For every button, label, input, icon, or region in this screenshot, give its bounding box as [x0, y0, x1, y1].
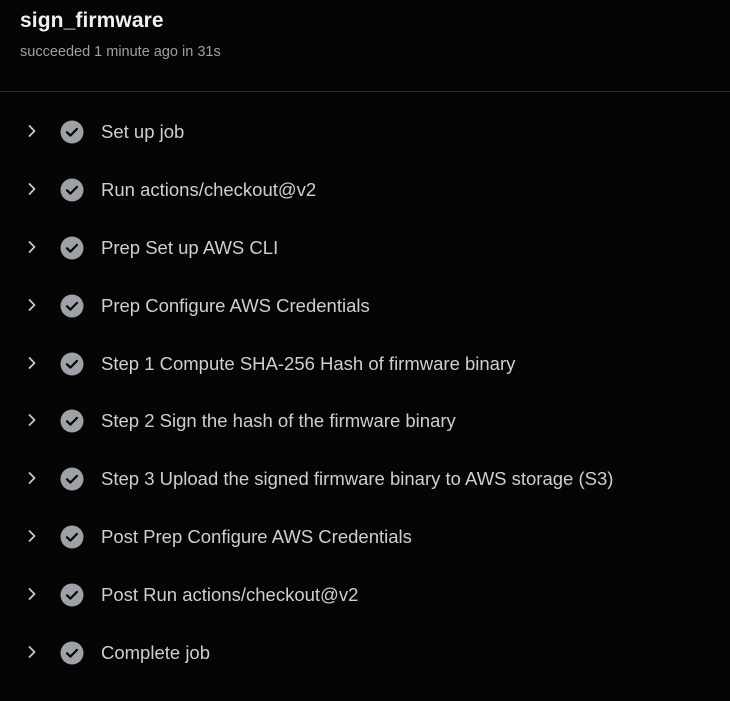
- step-row[interactable]: Run actions/checkout@v2: [0, 162, 730, 220]
- check-circle-icon: [60, 120, 84, 144]
- step-row[interactable]: Post Prep Configure AWS Credentials: [0, 509, 730, 567]
- step-label: Run actions/checkout@v2: [101, 178, 317, 200]
- step-row[interactable]: Prep Set up AWS CLI: [0, 220, 730, 278]
- step-label: Prep Set up AWS CLI: [101, 236, 279, 258]
- check-circle-icon: [60, 409, 84, 433]
- step-label: Prep Configure AWS Credentials: [101, 294, 370, 316]
- step-label: Step 3 Upload the signed firmware binary…: [101, 468, 614, 490]
- check-circle-icon: [60, 294, 84, 318]
- step-label: Step 2 Sign the hash of the firmware bin…: [101, 410, 456, 432]
- chevron-right-icon: [28, 298, 36, 311]
- job-header: sign_firmware succeeded 1 minute ago in …: [0, 0, 730, 92]
- step-label: Post Prep Configure AWS Credentials: [101, 526, 412, 548]
- chevron-right-icon: [28, 472, 36, 485]
- chevron-right-icon: [28, 356, 36, 369]
- chevron-right-icon: [28, 530, 36, 543]
- step-row[interactable]: Set up job: [0, 104, 730, 162]
- step-row[interactable]: Step 1 Compute SHA-256 Hash of firmware …: [0, 336, 730, 394]
- step-row[interactable]: Step 2 Sign the hash of the firmware bin…: [0, 393, 730, 451]
- chevron-right-icon: [28, 414, 36, 427]
- job-title: sign_firmware: [20, 9, 164, 32]
- check-circle-icon: [60, 236, 84, 260]
- chevron-right-icon: [28, 125, 36, 137]
- check-circle-icon: [60, 178, 84, 202]
- check-circle-icon: [60, 467, 84, 491]
- step-row[interactable]: Complete job: [0, 625, 730, 683]
- job-status: succeeded 1 minute ago in 31s: [20, 44, 221, 60]
- chevron-right-icon: [28, 588, 36, 601]
- check-circle-icon: [60, 641, 84, 665]
- steps-list: Set up job Run actions/checkout@v2 Prep …: [0, 104, 730, 683]
- step-label: Post Run actions/checkout@v2: [101, 584, 359, 606]
- step-label: Step 1 Compute SHA-256 Hash of firmware …: [101, 352, 516, 374]
- chevron-right-icon: [28, 646, 36, 658]
- step-label: Complete job: [101, 642, 211, 664]
- step-row[interactable]: Prep Configure AWS Credentials: [0, 278, 730, 336]
- check-circle-icon: [60, 352, 84, 376]
- step-row[interactable]: Post Run actions/checkout@v2: [0, 567, 730, 625]
- step-row[interactable]: Step 3 Upload the signed firmware binary…: [0, 451, 730, 509]
- check-circle-icon: [60, 525, 84, 549]
- chevron-right-icon: [28, 182, 36, 195]
- check-circle-icon: [60, 583, 84, 607]
- step-label: Set up job: [101, 121, 185, 142]
- chevron-right-icon: [28, 240, 36, 253]
